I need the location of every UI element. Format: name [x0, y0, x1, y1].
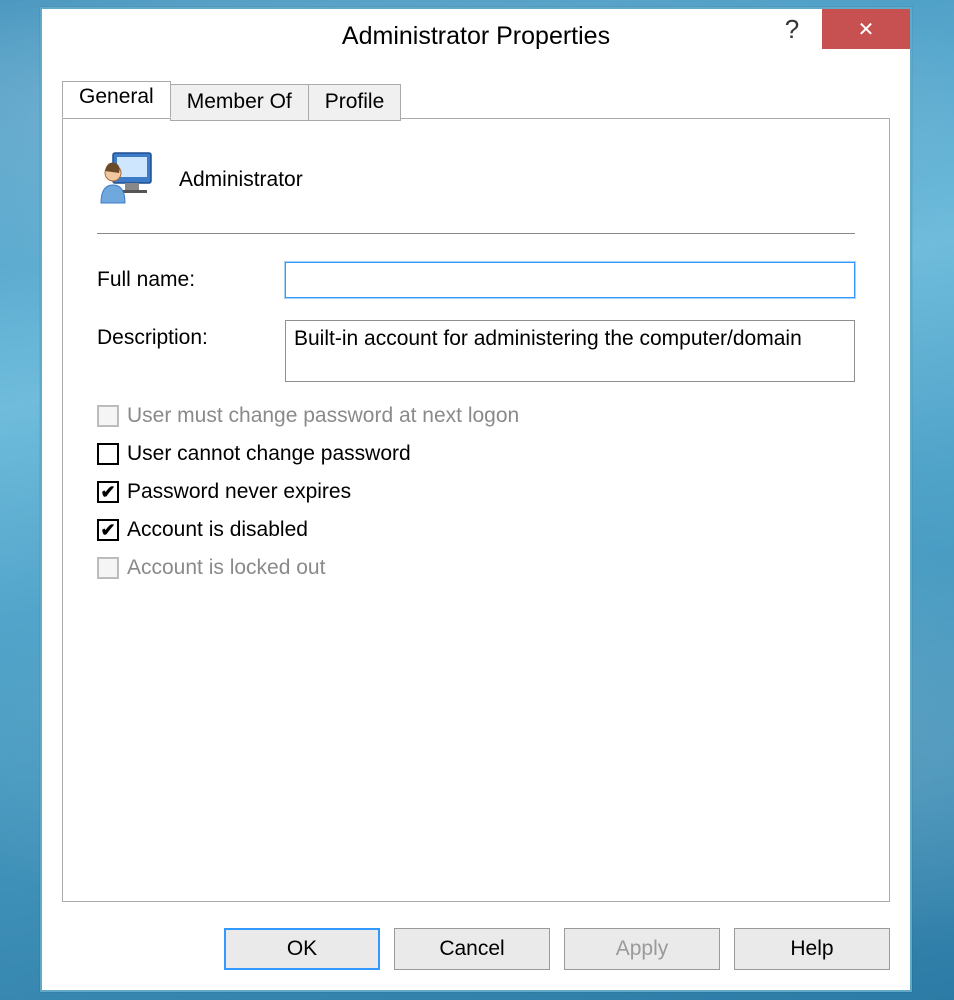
row-description: Description: Built-in account for admini…	[97, 320, 855, 382]
checkbox-icon	[97, 405, 119, 427]
tab-general[interactable]: General	[62, 81, 171, 118]
description-input[interactable]: Built-in account for administering the c…	[285, 320, 855, 382]
checkbox-icon	[97, 557, 119, 579]
user-header: Administrator	[97, 147, 855, 213]
checkbox-icon: ✔	[97, 481, 119, 503]
titlebar: Administrator Properties ? ✕	[42, 9, 910, 63]
description-label: Description:	[97, 320, 285, 350]
user-name-label: Administrator	[179, 168, 303, 192]
check-label: User cannot change password	[127, 442, 411, 466]
close-icon: ✕	[858, 17, 875, 42]
user-icon	[97, 147, 157, 213]
check-label: Account is locked out	[127, 556, 325, 580]
check-label: Account is disabled	[127, 518, 308, 542]
full-name-input[interactable]	[285, 262, 855, 298]
dialog-button-bar: OK Cancel Apply Help	[62, 928, 890, 970]
apply-button: Apply	[564, 928, 720, 970]
checkbox-group: User must change password at next logon …	[97, 404, 855, 580]
check-label: User must change password at next logon	[127, 404, 519, 428]
check-account-locked-out: Account is locked out	[97, 556, 855, 580]
divider	[97, 233, 855, 234]
tabs-bar: General Member Of Profile	[62, 81, 890, 118]
help-button[interactable]: Help	[734, 928, 890, 970]
checkmark-icon: ✔	[100, 521, 115, 539]
row-full-name: Full name:	[97, 262, 855, 298]
checkbox-icon	[97, 443, 119, 465]
properties-dialog: Administrator Properties ? ✕ General Mem…	[40, 7, 912, 992]
checkmark-icon: ✔	[100, 483, 115, 501]
cancel-button[interactable]: Cancel	[394, 928, 550, 970]
check-account-disabled[interactable]: ✔ Account is disabled	[97, 518, 855, 542]
ok-button[interactable]: OK	[224, 928, 380, 970]
tab-member-of[interactable]: Member Of	[170, 84, 309, 121]
check-must-change-password: User must change password at next logon	[97, 404, 855, 428]
titlebar-help-button[interactable]: ?	[762, 9, 822, 49]
check-cannot-change-password[interactable]: User cannot change password	[97, 442, 855, 466]
check-password-never-expires[interactable]: ✔ Password never expires	[97, 480, 855, 504]
question-icon: ?	[785, 14, 799, 45]
check-label: Password never expires	[127, 480, 351, 504]
tab-profile[interactable]: Profile	[308, 84, 402, 121]
tab-panel-general: Administrator Full name: Description: Bu…	[62, 118, 890, 902]
checkbox-icon: ✔	[97, 519, 119, 541]
full-name-label: Full name:	[97, 262, 285, 292]
titlebar-close-button[interactable]: ✕	[822, 9, 910, 49]
dialog-content: General Member Of Profile Admi	[62, 81, 890, 902]
